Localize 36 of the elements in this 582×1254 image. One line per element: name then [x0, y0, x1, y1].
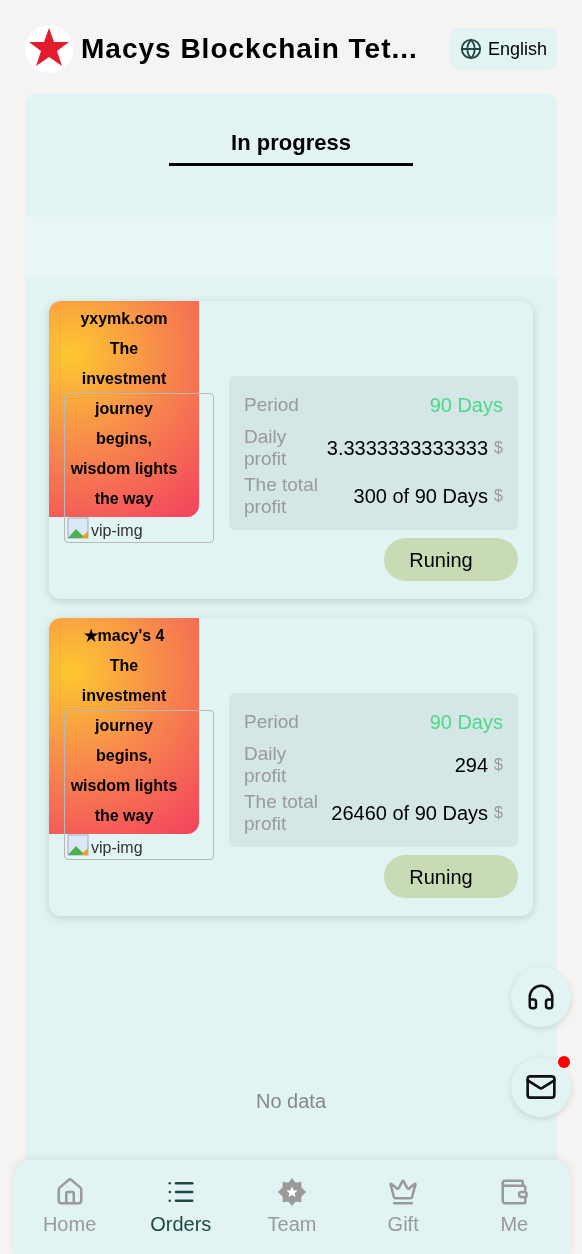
detail-label: Period — [244, 394, 299, 416]
nav-tab[interactable]: Orders — [130, 1177, 231, 1239]
detail-label: Period — [244, 711, 299, 733]
detail-label: Daily profit — [244, 743, 288, 787]
logo-icon — [25, 25, 73, 73]
status-button[interactable]: Runing — [384, 538, 518, 581]
empty-message: No data — [255, 1089, 327, 1114]
headphones-icon — [526, 982, 556, 1012]
broken-image-icon — [67, 834, 91, 858]
detail-value: 294 — [454, 753, 489, 777]
detail-label: The total profit — [244, 474, 319, 518]
currency-symbol: $ — [494, 803, 503, 823]
detail-value: 90 Days — [429, 393, 503, 417]
plan-banner: yxymk.com The investment journey begins, wisdom lights the way — [49, 301, 199, 517]
detail-value: 300 of 90 Days — [353, 484, 489, 508]
home-icon — [54, 1177, 85, 1207]
detail-value: 3.3333333333333 — [326, 436, 489, 460]
globe-icon — [459, 38, 482, 60]
detail-label: Daily profit — [244, 426, 288, 470]
currency-symbol: $ — [494, 438, 503, 458]
detail-label: The total profit — [244, 791, 319, 835]
image-alt-text: vip-img — [91, 838, 143, 858]
status-tab[interactable]: In progress — [169, 121, 413, 166]
currency-symbol: $ — [494, 486, 503, 506]
plan-banner: ★macy's 4 The investment journey begins, wisdom lights the way — [49, 618, 199, 834]
broken-image-icon — [67, 517, 91, 541]
wallet-icon — [499, 1177, 530, 1207]
crown-icon — [388, 1177, 419, 1207]
currency-symbol: $ — [494, 755, 503, 775]
detail-value: 26460 of 90 Days — [331, 801, 489, 825]
language-button[interactable]: English — [449, 28, 557, 70]
detail-value: 90 Days — [429, 710, 503, 734]
image-alt-text: vip-img — [91, 521, 143, 541]
status-button[interactable]: Runing — [384, 855, 518, 898]
badge-icon — [276, 1177, 307, 1207]
app-title: Macys Blockchain Tet... — [81, 32, 418, 66]
